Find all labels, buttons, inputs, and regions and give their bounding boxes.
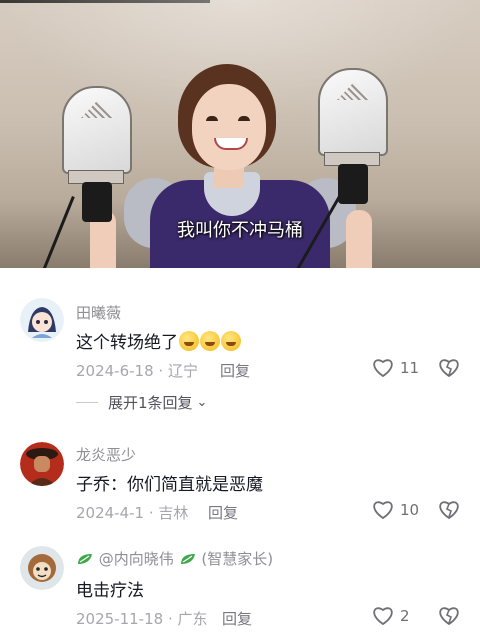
right-eye	[238, 116, 250, 121]
like-count: 2	[400, 607, 410, 625]
like-button[interactable]: 2	[372, 606, 410, 626]
heart-icon	[373, 359, 393, 378]
username[interactable]: @内向晓伟 (智慧家长)	[76, 548, 273, 569]
avatar[interactable]	[20, 442, 64, 486]
username[interactable]: 龙炎恶少	[76, 444, 136, 465]
laugh-cry-emoji-icon	[200, 331, 220, 351]
comment-meta: 2024-4-1 · 吉林	[76, 504, 189, 522]
username-text: @内向晓伟	[98, 550, 174, 568]
reply-button[interactable]: 回复	[222, 608, 252, 629]
comment-date: 2024-4-1	[76, 504, 145, 522]
leaf-badge-icon	[78, 554, 92, 564]
reply-button[interactable]: 回复	[220, 360, 250, 381]
like-count: 10	[400, 501, 420, 519]
leaf-badge-icon	[180, 554, 195, 564]
video-subtitle: 我叫你不冲马桶	[177, 220, 303, 241]
username-suffix: (智慧家长)	[201, 550, 274, 568]
comment-text: 这个转场绝了	[76, 328, 241, 353]
comment-location: 广东	[177, 610, 208, 628]
chevron-down-icon: ⌄	[196, 395, 208, 410]
like-button[interactable]: 10	[372, 500, 419, 520]
left-eye	[206, 116, 218, 121]
broken-heart-icon	[439, 501, 459, 520]
expand-replies-button[interactable]: 展开1条回复 ⌄	[76, 392, 207, 413]
comment-meta: 2024-6-18 · 辽宁	[76, 362, 198, 380]
heart-icon	[373, 607, 393, 626]
laugh-cry-emoji-icon	[179, 331, 199, 351]
laugh-cry-emoji-icon	[221, 331, 241, 351]
dislike-button[interactable]	[438, 358, 460, 382]
avatar[interactable]	[20, 298, 64, 342]
expand-replies-label: 展开1条回复	[108, 394, 193, 412]
comment-meta: 2025-11-18 · 广东	[76, 610, 208, 628]
avatar[interactable]	[20, 546, 64, 590]
comment-date: 2024-6-18	[76, 362, 154, 380]
username[interactable]: 田曦薇	[76, 302, 121, 323]
broken-heart-icon	[439, 359, 459, 378]
dislike-button[interactable]	[438, 606, 460, 630]
comment-text-body: 这个转场绝了	[76, 333, 178, 353]
dislike-button[interactable]	[438, 500, 460, 524]
comment-location: 吉林	[158, 504, 189, 522]
comment-text: 子乔：你们简直就是恶魔	[76, 475, 263, 495]
like-count: 11	[400, 359, 420, 377]
face	[192, 84, 266, 170]
video-frame[interactable]: 我叫你不冲马桶	[0, 0, 480, 268]
divider-line	[76, 402, 98, 403]
broken-heart-icon	[439, 607, 459, 626]
comment-location: 辽宁	[167, 362, 198, 380]
like-button[interactable]: 11	[372, 358, 419, 378]
reply-button[interactable]: 回复	[208, 502, 238, 523]
comment-date: 2025-11-18	[76, 610, 164, 628]
comment-text: 电击疗法	[76, 581, 144, 601]
heart-icon	[373, 501, 393, 520]
